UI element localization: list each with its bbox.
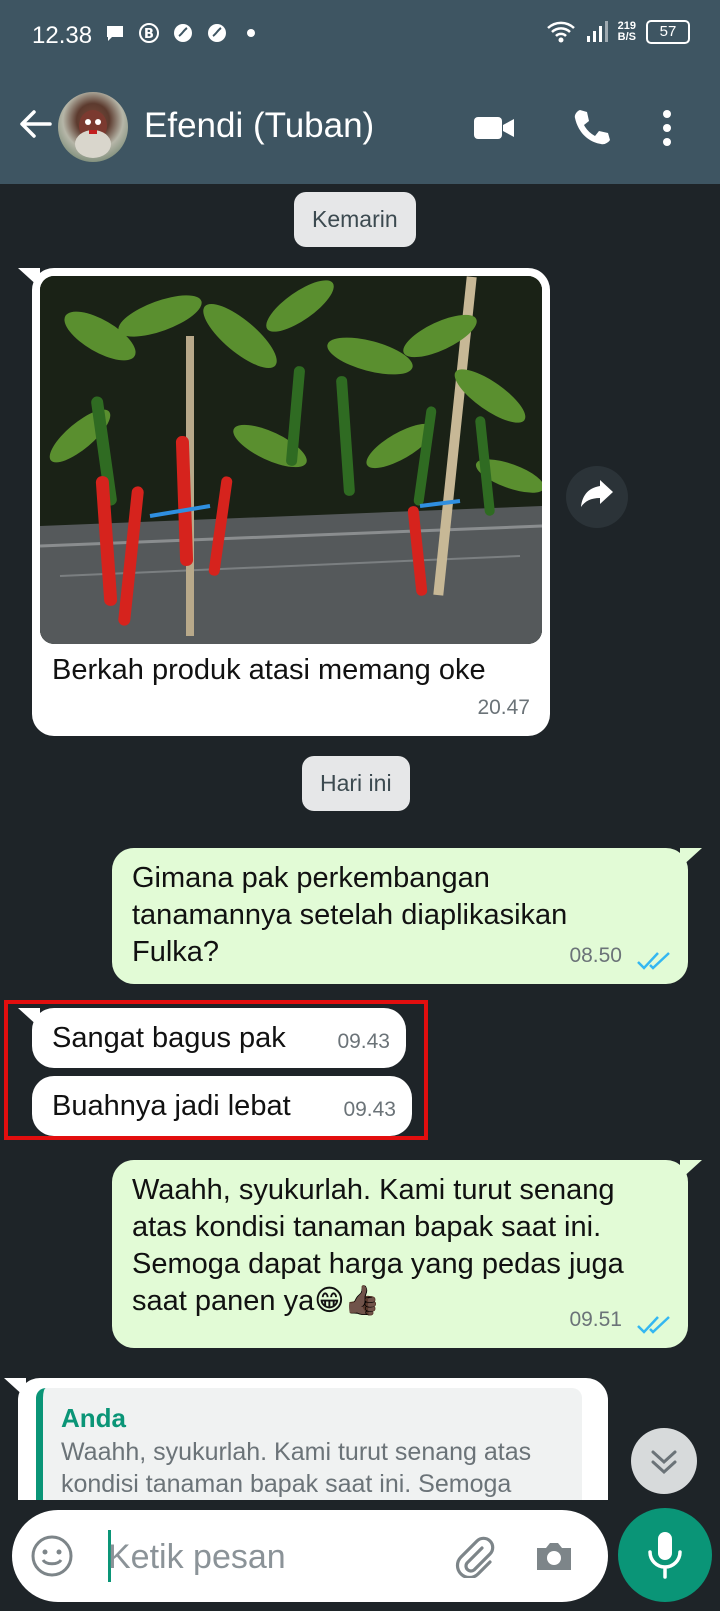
message-time: 09.43 <box>337 1030 390 1053</box>
chat-area[interactable]: Kemarin Berkah produk atasi memang oke 2… <box>0 184 720 1500</box>
incoming-message[interactable]: Sangat bagus pak 09.43 <box>18 1008 406 1068</box>
notification-icons: B <box>104 22 262 44</box>
network-speed: 219 B/S <box>618 21 636 43</box>
double-check-icon <box>637 1316 670 1334</box>
back-arrow-icon <box>20 110 52 138</box>
incoming-image-message[interactable]: Berkah produk atasi memang oke 20.47 <box>18 268 550 736</box>
status-time: 12.38 <box>32 22 93 49</box>
voice-call-button[interactable] <box>570 106 614 150</box>
message-text: Waahh, syukurlah. Kami turut senang atas… <box>132 1174 624 1317</box>
voice-record-button[interactable] <box>618 1508 712 1602</box>
battery-indicator: 57 <box>646 20 690 44</box>
mic-icon <box>648 1532 682 1579</box>
speed-unit: B/S <box>617 31 636 43</box>
message-input-placeholder: Ketik pesan <box>108 1538 286 1576</box>
double-check-icon <box>637 952 670 970</box>
bubble-tail <box>680 848 702 868</box>
bubble-tail <box>680 1160 702 1180</box>
outgoing-message[interactable]: Waahh, syukurlah. Kami turut senang atas… <box>112 1160 702 1348</box>
date-chip-today: Hari ini <box>302 756 410 811</box>
status-right: 219 B/S 57 <box>546 20 690 44</box>
bubble-tail <box>18 268 40 288</box>
more-vert-icon <box>663 110 671 146</box>
message-time: 09.51 <box>569 1308 622 1331</box>
forward-button[interactable] <box>566 466 628 528</box>
message-text: Buahnya jadi lebat <box>52 1090 291 1122</box>
chili-plant-photo[interactable] <box>40 276 542 644</box>
app-notification-icon-2 <box>206 22 228 44</box>
message-text: Berkah produk atasi memang oke <box>52 654 486 686</box>
avatar[interactable] <box>58 92 128 162</box>
more-options-button[interactable] <box>650 106 684 150</box>
contact-name[interactable]: Efendi (Tuban) <box>144 106 374 146</box>
dot-icon <box>240 22 262 44</box>
camera-icon[interactable] <box>532 1534 576 1578</box>
bubble-tail <box>4 1378 26 1398</box>
video-call-button[interactable] <box>472 106 516 150</box>
back-button[interactable] <box>14 102 58 146</box>
incoming-reply-message[interactable]: Anda Waahh, syukurlah. Kami turut senang… <box>4 1378 608 1500</box>
scroll-to-bottom-button[interactable] <box>631 1428 697 1494</box>
bubble-tail <box>18 1008 40 1028</box>
quoted-sender: Anda <box>61 1403 126 1433</box>
outgoing-message[interactable]: Gimana pak perkembangan tanamannya setel… <box>112 848 702 984</box>
incoming-message[interactable]: Buahnya jadi lebat 09.43 <box>32 1076 412 1136</box>
scroll-down-icon <box>651 1450 677 1475</box>
quoted-text: Waahh, syukurlah. Kami turut senang atas… <box>61 1438 532 1498</box>
composer: Ketik pesan <box>0 1500 720 1611</box>
message-time: 20.47 <box>477 696 530 719</box>
svg-text:B: B <box>144 27 154 42</box>
quoted-message[interactable]: Anda Waahh, syukurlah. Kami turut senang… <box>36 1388 582 1500</box>
date-chip-yesterday: Kemarin <box>294 192 416 247</box>
b-notification-icon: B <box>138 22 160 44</box>
emoji-icon[interactable] <box>30 1534 74 1578</box>
chat-header: Efendi (Tuban) <box>0 72 720 184</box>
attach-icon[interactable] <box>452 1534 496 1578</box>
chat-notification-icon <box>104 22 126 44</box>
signal-icon <box>586 21 608 42</box>
message-input[interactable]: Ketik pesan <box>12 1510 608 1602</box>
message-time: 08.50 <box>569 944 622 967</box>
video-call-icon <box>474 117 514 139</box>
wifi-icon <box>546 21 575 43</box>
share-forward-icon <box>581 480 613 507</box>
message-time: 09.43 <box>343 1098 396 1121</box>
phone-icon <box>574 110 610 145</box>
status-bar: 12.38 B 219 B/S 57 <box>0 0 720 72</box>
app-notification-icon <box>172 22 194 44</box>
message-text: Sangat bagus pak <box>52 1022 286 1054</box>
